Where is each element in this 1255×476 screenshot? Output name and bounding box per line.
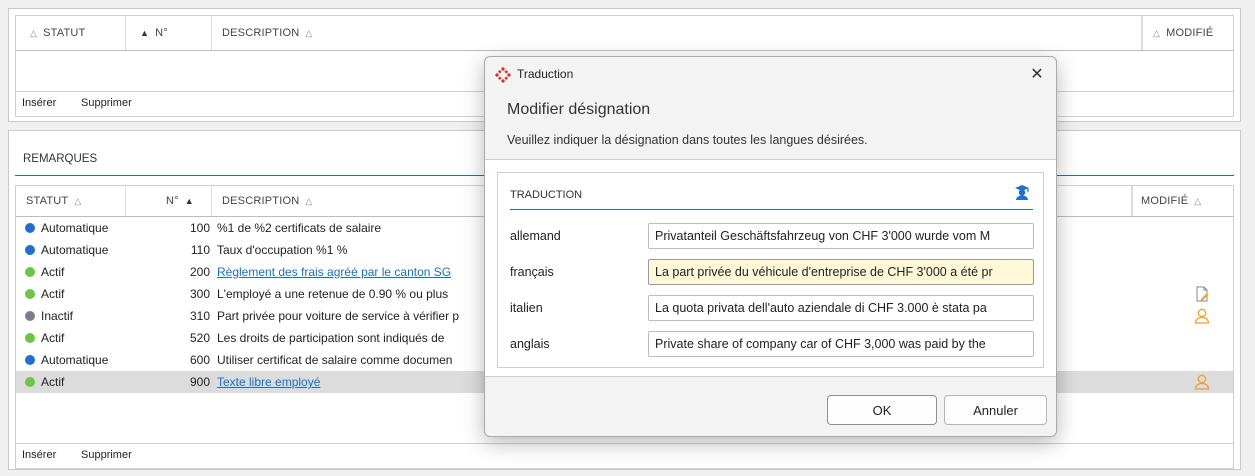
translation-section: TRADUCTION allemand Privatanteil Geschäf… [497,172,1044,368]
sort-ascending-icon: ▲ [184,196,194,206]
column-label: DESCRIPTION [222,27,300,39]
language-label: italien [510,301,543,315]
status-cell: Actif [25,331,64,345]
sort-icon: △ [305,27,313,38]
column-header-num[interactable]: N° ▲ [126,186,212,216]
status-cell: Automatique [25,353,108,367]
sort-icon: △ [1194,195,1202,206]
language-label: français [510,265,554,279]
insert-button[interactable]: Insérer [22,97,56,109]
description-link[interactable]: Règlement des frais agréé par le canton … [217,265,451,279]
ok-button[interactable]: OK [827,395,937,425]
column-label: STATUT [26,195,69,207]
status-label: Actif [41,331,65,345]
sort-icon: △ [305,195,313,206]
translation-field-anglais[interactable]: Private share of company car of CHF 3,00… [648,331,1034,357]
dialog-title: Traduction [517,67,574,81]
language-row-anglais: anglais Private share of company car of … [498,331,1043,357]
sort-icon: △ [30,27,38,38]
column-label: MODIFIÉ [1166,27,1214,39]
number-cell: 900 [189,375,210,389]
language-row-francais: français La part privée du véhicule d'en… [498,259,1043,285]
language-label: allemand [510,229,561,243]
status-cell: Automatique [25,221,108,235]
number-cell: 200 [189,265,210,279]
status-cell: Automatique [25,243,108,257]
status-cell: Inactif [25,309,73,323]
status-label: Actif [41,287,65,301]
description-cell: %1 de %2 certificats de salaire [217,221,382,235]
sort-ascending-icon: ▲ [140,28,150,38]
number-cell: 110 [190,243,210,257]
delete-button[interactable]: Supprimer [81,449,132,461]
description-link[interactable]: Texte libre employé [217,375,320,389]
status-dot-icon [25,245,35,255]
status-dot-icon [25,311,35,321]
status-label: Actif [41,375,65,389]
status-dot-icon [25,267,35,277]
column-label: N° [166,195,179,207]
status-label: Automatique [41,243,109,257]
language-row-italien: italien La quota privata dell'auto azien… [498,295,1043,321]
translation-field-allemand[interactable]: Privatanteil Geschäftsfahrzeug von CHF 3… [648,223,1034,249]
sort-icon: △ [74,195,82,206]
column-header-modifie[interactable]: △ MODIFIÉ [1142,16,1235,50]
remarks-table-footer: Insérer Supprimer [15,443,1234,469]
column-header-num[interactable]: ▲ N° [126,16,212,50]
status-dot-icon [25,333,35,343]
column-header-description[interactable]: DESCRIPTION △ [212,16,1142,50]
number-cell: 300 [189,287,210,301]
status-dot-icon [25,377,35,387]
cancel-button[interactable]: Annuler [944,395,1047,425]
status-label: Automatique [41,353,109,367]
description-cell: L'employé a une retenue de 0.90 % ou plu… [217,287,449,301]
language-row-allemand: allemand Privatanteil Geschäftsfahrzeug … [498,223,1043,249]
status-cell: Actif [25,375,64,389]
description-cell: Utiliser certificat de salaire comme doc… [217,353,453,367]
status-label: Actif [41,265,65,279]
number-cell: 100 [189,221,210,235]
app-logo-icon [495,67,511,83]
close-icon[interactable]: ✕ [1026,63,1048,85]
number-cell: 600 [189,353,210,367]
translation-field-italien[interactable]: La quota privata dell'auto aziendale di … [648,295,1034,321]
edit-document-icon[interactable] [1193,285,1211,303]
column-label: MODIFIÉ [1141,195,1189,207]
status-dot-icon [25,223,35,233]
insert-button[interactable]: Insérer [22,449,56,461]
dialog-titlebar[interactable]: Traduction ✕ [485,57,1056,91]
translation-field-francais[interactable]: La part privée du véhicule d'entreprise … [648,259,1034,285]
status-cell: Actif [25,265,64,279]
sort-icon: △ [1153,27,1161,38]
status-label: Automatique [41,221,109,235]
column-header-statut[interactable]: STATUT △ [16,186,126,216]
status-label: Inactif [41,309,74,323]
language-label: anglais [510,337,550,351]
number-cell: 520 [189,331,210,345]
column-header-modifie[interactable]: MODIFIÉ △ [1132,186,1235,216]
delete-button[interactable]: Supprimer [81,97,132,109]
top-table-header: △ STATUT ▲ N° DESCRIPTION △ △ MODIFIÉ [15,15,1234,51]
column-label: STATUT [43,27,86,39]
translation-section-title: TRADUCTION [510,189,583,201]
user-icon[interactable] [1193,307,1211,325]
status-dot-icon [25,355,35,365]
description-cell: Taux d'occupation %1 % [217,243,348,257]
description-cell: Les droits de participation sont indiqué… [217,331,445,345]
dialog-subtitle: Veuillez indiquer la désignation dans to… [507,133,868,147]
translation-dialog: Traduction ✕ Modifier désignation Veuill… [484,56,1057,437]
description-cell: Part privée pour voiture de service à vé… [217,309,460,323]
remarks-section-title: REMARQUES [23,153,98,165]
section-divider [510,209,1033,210]
status-cell: Actif [25,287,64,301]
dialog-body: TRADUCTION allemand Privatanteil Geschäf… [485,159,1056,377]
user-icon[interactable] [1193,373,1211,391]
translator-icon[interactable] [1013,183,1031,201]
column-label: N° [155,27,168,39]
number-cell: 310 [189,309,210,323]
column-label: DESCRIPTION [222,195,300,207]
status-dot-icon [25,289,35,299]
column-header-statut[interactable]: △ STATUT [16,16,126,50]
dialog-heading: Modifier désignation [507,101,651,118]
